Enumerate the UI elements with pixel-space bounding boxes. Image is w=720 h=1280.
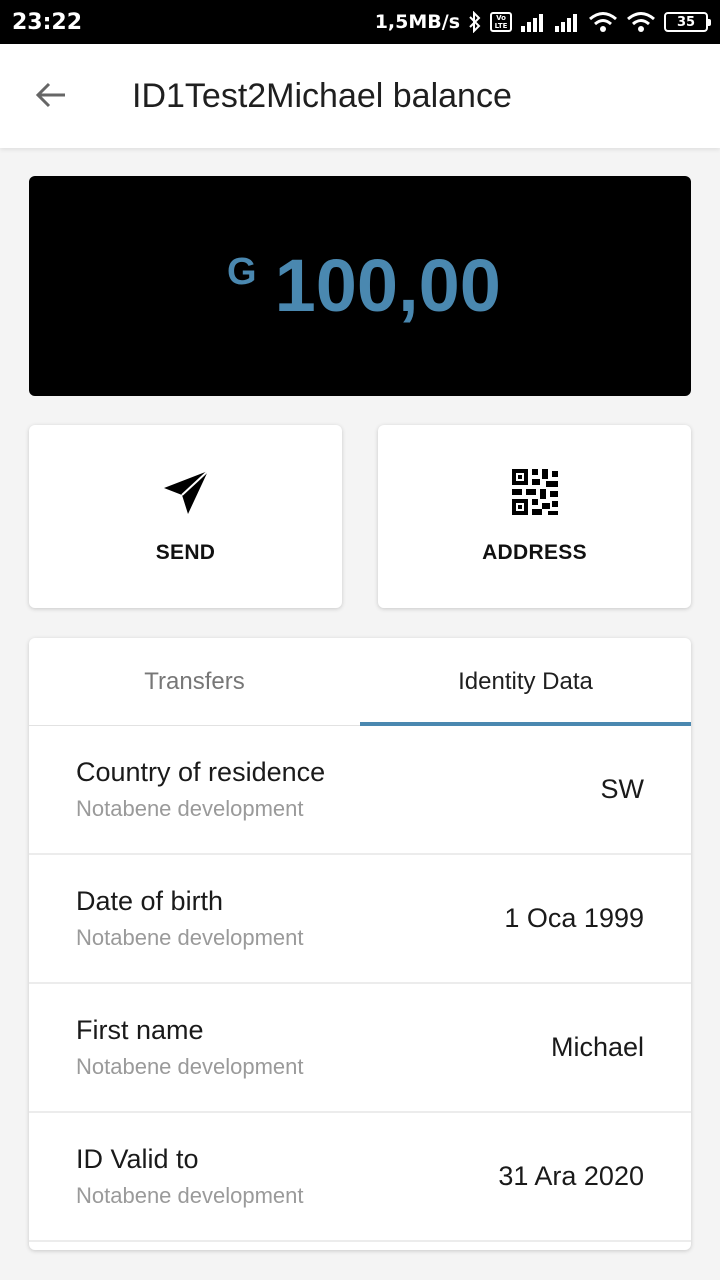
address-button[interactable]: ADDRESS	[378, 425, 691, 608]
qr-code-icon	[511, 467, 558, 517]
address-label: ADDRESS	[482, 541, 587, 564]
row-value: Michael	[550, 1032, 644, 1062]
row-value: 31 Ara 2020	[498, 1161, 644, 1191]
balance-card: G 100,00	[29, 176, 691, 396]
list-item: First name Notabene development Michael	[29, 984, 691, 1113]
signal-icon-2	[554, 12, 580, 32]
app-bar: ID1Test2Michael balance	[0, 44, 720, 148]
list-item: ID Valid to Notabene development 31 Ara …	[29, 1113, 691, 1242]
list-item: Country of residence Notabene developmen…	[29, 726, 691, 855]
row-value: SW	[600, 774, 645, 804]
send-button[interactable]: SEND	[29, 425, 342, 608]
wifi-icon-1	[588, 11, 618, 33]
list-item: Date of birth Notabene development 1 Oca…	[29, 855, 691, 984]
bluetooth-icon	[468, 11, 482, 33]
status-icons: 1,5MB/s Vo LTE 35	[374, 11, 711, 33]
volte-icon: Vo LTE	[490, 12, 512, 32]
row-title: ID Valid to	[76, 1144, 199, 1174]
volte-top-text: Vo	[496, 14, 506, 22]
row-title: Country of residence	[76, 757, 326, 787]
page-title: ID1Test2Michael balance	[132, 77, 512, 115]
row-subtitle: Notabene development	[76, 1183, 304, 1208]
row-subtitle: Notabene development	[76, 1054, 304, 1079]
row-subtitle: Notabene development	[76, 925, 304, 950]
send-label: SEND	[155, 541, 216, 564]
currency-symbol: G	[227, 251, 257, 293]
network-speed: 1,5MB/s	[374, 11, 460, 33]
signal-icon-1	[520, 12, 546, 32]
row-subtitle: Notabene development	[76, 796, 304, 821]
tab-identity-data[interactable]: Identity Data	[360, 638, 691, 726]
balance-display: G 100,00	[227, 249, 501, 323]
row-value: 1 Oca 1999	[504, 903, 644, 933]
arrow-left-icon	[35, 81, 67, 114]
row-title: Date of birth	[76, 886, 224, 916]
status-time: 23:22	[12, 9, 83, 35]
send-icon	[162, 467, 210, 517]
battery-icon: 35	[664, 12, 711, 32]
row-title: First name	[76, 1015, 204, 1045]
balance-amount: 100,00	[274, 244, 501, 327]
identity-card: Transfers Identity Data Country of resid…	[29, 638, 691, 1250]
tab-transfers[interactable]: Transfers	[29, 638, 360, 725]
status-bar: 23:22 1,5MB/s Vo LTE 35	[0, 0, 720, 44]
volte-bottom-text: LTE	[494, 22, 508, 30]
tab-bar: Transfers Identity Data	[29, 638, 691, 726]
back-button[interactable]	[30, 76, 72, 118]
wifi-icon-2	[626, 11, 656, 33]
